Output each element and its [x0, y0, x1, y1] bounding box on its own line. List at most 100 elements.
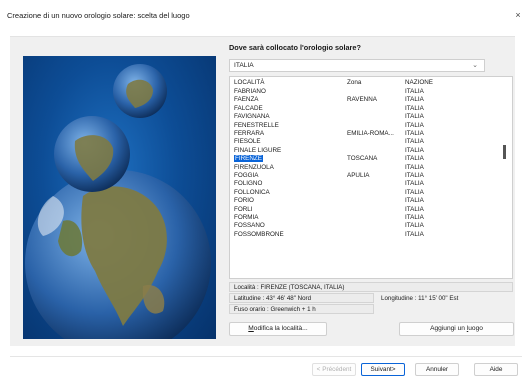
list-item-locality: FORIO [234, 197, 254, 205]
list-item-locality-text: FOLLONICA [234, 188, 270, 196]
list-item-nation: ITALIA [405, 147, 424, 155]
list-item[interactable]: FINALE LIGURE ITALIA [230, 147, 512, 155]
list-item[interactable]: FIRENZE TOSCANA ITALIA [230, 155, 512, 163]
list-item-nation-text: ITALIA [405, 230, 424, 238]
location-question: Dove sarà collocato l'orologio solare? [229, 43, 361, 52]
list-item-locality-text: FALCADE [234, 104, 263, 112]
column-header-locality[interactable]: LOCALITÀ [234, 79, 264, 87]
earth-globes-image [25, 64, 211, 339]
cancel-button[interactable]: Annuler [415, 363, 459, 376]
list-item-nation-text: ITALIA [405, 113, 424, 121]
next-label: uivant> [374, 366, 396, 373]
list-item-locality-text: FINALE LIGURE [234, 146, 282, 154]
list-item-locality-text: FAENZA [234, 96, 259, 104]
add-location-button[interactable]: Aggiungi un luogo [399, 322, 514, 336]
content-panel: Dove sarà collocato l'orologio solare? I… [10, 36, 515, 346]
list-item-locality: FOLIGNO [234, 180, 262, 188]
list-item-locality-text: FIRENZE [234, 155, 263, 163]
list-item-locality: FENESTRELLE [234, 122, 279, 130]
list-item[interactable]: FALCADE ITALIA [230, 105, 512, 113]
list-item-nation-text: ITALIA [405, 138, 424, 146]
next-button[interactable]: Suivant> [361, 363, 405, 376]
list-item[interactable]: FOSSANO ITALIA [230, 222, 512, 230]
list-item[interactable]: FORMIA ITALIA [230, 214, 512, 222]
list-item[interactable]: FORIO ITALIA [230, 197, 512, 205]
list-item-zone-text: TOSCANA [347, 155, 378, 163]
list-item-nation: ITALIA [405, 130, 424, 138]
window-title: Creazione di un nuovo orologio solare: s… [7, 11, 190, 20]
list-item[interactable]: FAVIGNANA ITALIA [230, 113, 512, 121]
scrollbar-thumb[interactable] [503, 145, 506, 159]
info-timezone: Fuso orario : Greenwich + 1 h [229, 304, 374, 314]
info-locality: Località : FIRENZE (TOSCANA, ITALIA) [229, 282, 513, 292]
list-item-locality: FIRENZE [234, 155, 263, 163]
list-item-nation-text: ITALIA [405, 130, 424, 137]
list-item-zone-text: RAVENNA [347, 96, 377, 104]
column-header-nation[interactable]: NAZIONE [405, 79, 433, 87]
column-header-zone[interactable]: Zona [347, 79, 361, 87]
list-item-nation-text: ITALIA [405, 155, 424, 163]
list-item-nation: ITALIA [405, 180, 424, 188]
list-item-locality: FINALE LIGURE [234, 147, 281, 155]
list-item[interactable]: FIESOLE ITALIA [230, 138, 512, 146]
list-item-nation: ITALIA [405, 164, 424, 172]
list-item-nation-text: ITALIA [405, 104, 424, 112]
locality-list[interactable]: LOCALITÀ Zona NAZIONE FABRIANO ITALIA FAEN… [229, 76, 513, 279]
list-item[interactable]: FABRIANO ITALIA [230, 88, 512, 96]
list-item-locality-text: FOLIGNO [234, 180, 263, 188]
list-item[interactable]: FOSSOMBRONE ITALIA [230, 231, 512, 239]
list-item-locality-text: FABRIANO [234, 88, 266, 95]
list-item-locality: FAENZA [234, 96, 259, 104]
list-item-locality: FOLLONICA [234, 189, 270, 197]
globe-illustration [23, 56, 216, 339]
list-item-locality-text: FORLI [234, 205, 253, 213]
dialog-window: Creazione di un nuovo orologio solare: s… [0, 0, 532, 378]
modify-locality-button[interactable]: Modifica la località... [229, 322, 327, 336]
list-item-nation-text: ITALIA [405, 188, 424, 196]
list-item[interactable]: FOLIGNO ITALIA [230, 180, 512, 188]
list-item-locality: FOSSOMBRONE [234, 231, 284, 239]
help-button[interactable]: Aide [474, 363, 518, 376]
list-item-nation: ITALIA [405, 214, 424, 222]
list-item-locality: FALCADE [234, 105, 263, 113]
country-select-value: ITALIA [234, 62, 254, 69]
list-item-nation-text: ITALIA [405, 180, 424, 188]
list-item[interactable]: FOGGIA APULIA ITALIA [230, 172, 512, 180]
list-item-nation: ITALIA [405, 113, 424, 121]
list-item-zone: RAVENNA [347, 96, 377, 104]
list-item-nation-text: ITALIA [405, 214, 424, 221]
list-item[interactable]: FERRARA EMILIA-ROMA... ITALIA [230, 130, 512, 138]
list-item-locality-text: FOSSANO [234, 222, 265, 230]
chevron-down-icon: ⌄ [472, 62, 478, 69]
list-item-nation-text: ITALIA [405, 197, 424, 205]
list-item[interactable]: FIRENZUOLA ITALIA [230, 164, 512, 172]
list-item[interactable]: FAENZA RAVENNA ITALIA [230, 96, 512, 104]
list-item-locality: FERRARA [234, 130, 264, 138]
list-item-locality-text: FOSSOMBRONE [234, 230, 284, 238]
add-label-rest: uogo [468, 325, 483, 332]
list-item-nation-text: ITALIA [405, 222, 424, 230]
previous-button[interactable]: < Précédent [312, 363, 356, 376]
list-item-locality-text: FORMIA [234, 214, 259, 221]
list-item-locality-text: FIESOLE [234, 138, 261, 146]
list-item-locality: FIRENZUOLA [234, 164, 274, 172]
list-item-nation: ITALIA [405, 122, 424, 130]
list-item-nation: ITALIA [405, 189, 424, 197]
modify-label: odifica la località... [253, 325, 308, 332]
list-item-zone-text: EMILIA-ROMA... [347, 130, 394, 137]
list-item-nation: ITALIA [405, 96, 424, 104]
close-icon[interactable]: × [512, 9, 524, 21]
list-item-zone: TOSCANA [347, 155, 377, 163]
list-item-nation-text: ITALIA [405, 172, 424, 179]
list-item[interactable]: FORLI ITALIA [230, 206, 512, 214]
list-item[interactable]: FENESTRELLE ITALIA [230, 122, 512, 130]
list-item-nation-text: ITALIA [405, 146, 424, 154]
country-select[interactable]: ITALIA ⌄ [229, 59, 485, 72]
list-item-locality-text: FAVIGNANA [234, 113, 270, 121]
list-item-nation: ITALIA [405, 231, 424, 239]
list-item[interactable]: FOLLONICA ITALIA [230, 189, 512, 197]
list-item-zone: APULIA [347, 172, 369, 180]
list-item-locality-text: FERRARA [234, 130, 265, 137]
list-header: LOCALITÀ Zona NAZIONE [230, 79, 512, 87]
list-item-nation-text: ITALIA [405, 96, 424, 104]
